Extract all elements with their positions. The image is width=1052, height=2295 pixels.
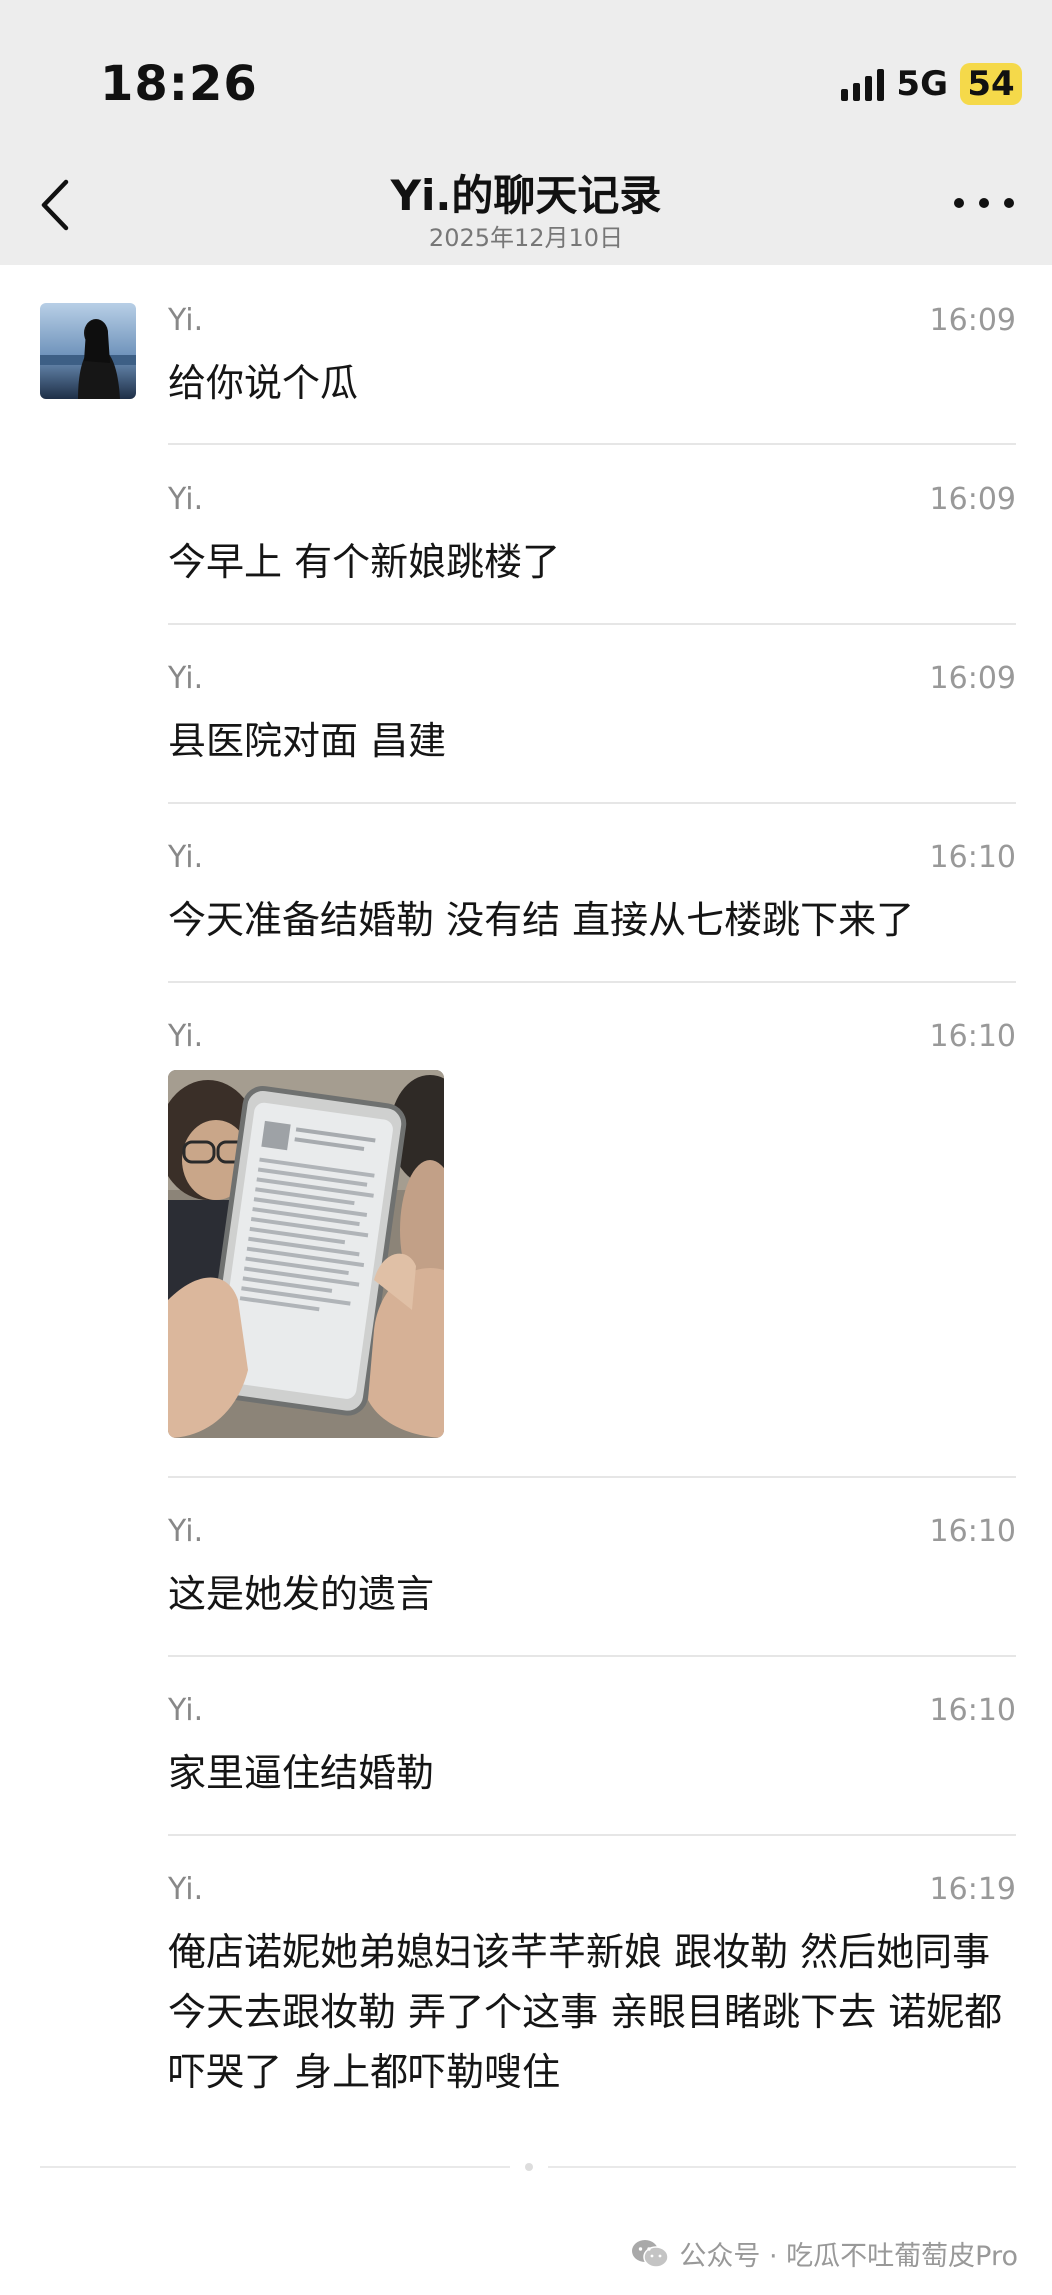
avatar[interactable] <box>40 303 136 399</box>
message-time: 16:09 <box>929 482 1016 517</box>
watermark: 公众号 · 吃瓜不吐葡萄皮Pro <box>631 2234 1018 2273</box>
end-divider-right <box>548 2166 1016 2168</box>
message-sender: Yi. <box>168 840 204 875</box>
message-time: 16:09 <box>929 303 1016 338</box>
watermark-text: 公众号 · 吃瓜不吐葡萄皮Pro <box>679 2241 1018 2272</box>
message-text: 今早上 有个新娘跳楼了 <box>168 540 561 584</box>
message-text: 今天准备结婚勒 没有结 直接从七楼跳下来了 <box>168 898 915 942</box>
signal-bars-icon <box>841 67 885 101</box>
message-sender: Yi. <box>168 482 204 517</box>
wechat-icon <box>632 2239 670 2268</box>
message-divider <box>168 1476 1016 1478</box>
message-time: 16:10 <box>929 1693 1016 1728</box>
message-time: 16:19 <box>929 1872 1016 1907</box>
end-divider-dot <box>525 2163 533 2171</box>
message-item[interactable]: Yi. 16:19 俺店诺妮她弟媳妇该芊芊新娘 跟妆勒 然后她同事今天去跟妆勒 … <box>168 1872 1016 2112</box>
message-divider <box>168 981 1016 983</box>
message-photo[interactable] <box>168 1070 444 1438</box>
message-item[interactable]: Yi. 16:10 今天准备结婚勒 没有结 直接从七楼跳下来了 <box>168 840 1016 950</box>
network-type: 5G <box>896 64 948 104</box>
status-indicators: 5G 54 <box>841 62 1022 106</box>
message-divider <box>168 443 1016 445</box>
message-text: 县医院对面 昌建 <box>168 719 447 763</box>
message-sender: Yi. <box>168 1019 204 1054</box>
more-dot <box>954 198 964 208</box>
message-text: 给你说个瓜 <box>168 361 359 405</box>
message-sender: Yi. <box>168 1514 204 1549</box>
page-subtitle-date: 2025年12月10日 <box>428 224 624 252</box>
message-divider <box>168 1655 1016 1657</box>
message-item[interactable]: Yi. 16:09 今早上 有个新娘跳楼了 <box>168 482 1016 592</box>
status-time: 18:26 <box>100 56 258 112</box>
more-dot <box>979 198 989 208</box>
battery-icon: 54 <box>960 63 1022 105</box>
battery-level: 54 <box>967 64 1015 104</box>
message-item[interactable]: Yi. 16:10 家里逼住结婚勒 <box>168 1693 1016 1803</box>
message-divider <box>168 623 1016 625</box>
message-sender: Yi. <box>168 303 204 338</box>
page-title: Yi.的聊天记录 <box>390 171 662 220</box>
message-time: 16:10 <box>929 840 1016 875</box>
header-bar: 18:26 5G 54 Yi.的聊天记录 2025年12月10日 <box>0 0 1052 265</box>
message-time: 16:10 <box>929 1019 1016 1054</box>
message-time: 16:09 <box>929 661 1016 696</box>
message-text: 这是她发的遗言 <box>168 1572 435 1616</box>
message-sender: Yi. <box>168 1693 204 1728</box>
message-item[interactable]: Yi. 16:09 给你说个瓜 <box>168 303 1016 413</box>
message-divider <box>168 1834 1016 1836</box>
message-item[interactable]: Yi. 16:10 <box>168 1019 1016 1069</box>
message-divider <box>168 802 1016 804</box>
message-sender: Yi. <box>168 1872 204 1907</box>
message-sender: Yi. <box>168 661 204 696</box>
message-text: 俺店诺妮她弟媳妇该芊芊新娘 跟妆勒 然后她同事今天去跟妆勒 弄了个这事 亲眼目睹… <box>168 1930 1003 2094</box>
message-time: 16:10 <box>929 1514 1016 1549</box>
end-divider-left <box>40 2166 510 2168</box>
message-item[interactable]: Yi. 16:10 这是她发的遗言 <box>168 1514 1016 1624</box>
more-dot <box>1004 198 1014 208</box>
message-item[interactable]: Yi. 16:09 县医院对面 昌建 <box>168 661 1016 771</box>
message-text: 家里逼住结婚勒 <box>168 1751 435 1795</box>
more-button[interactable] <box>954 188 1014 218</box>
